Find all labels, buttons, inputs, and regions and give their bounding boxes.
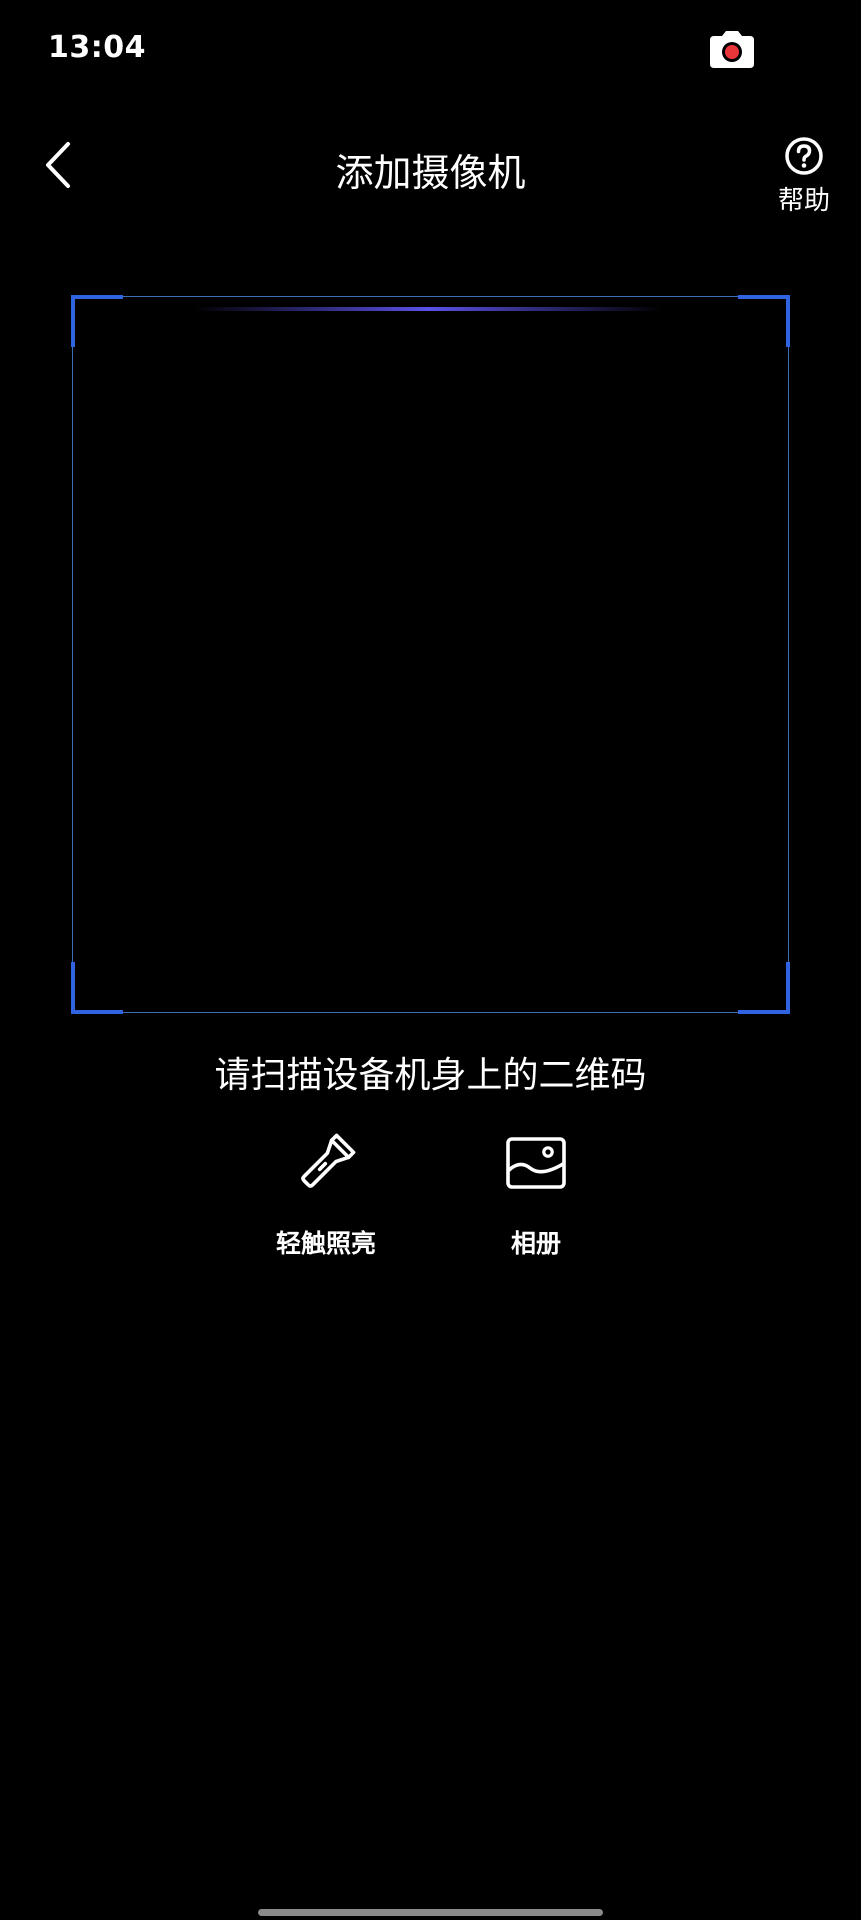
scan-line: [193, 307, 663, 311]
scan-corner-bottom-right: [738, 962, 790, 1014]
scan-corner-bottom-left: [71, 962, 123, 1014]
help-button[interactable]: 帮助: [770, 136, 838, 226]
home-indicator[interactable]: [258, 1909, 603, 1916]
flashlight-label: 轻触照亮: [275, 1229, 376, 1258]
page-title: 添加摄像机: [335, 151, 526, 195]
help-label: 帮助: [777, 186, 830, 216]
scan-corner-top-right: [738, 295, 790, 347]
status-bar: 13:04: [0, 0, 861, 100]
album-label: 相册: [510, 1229, 561, 1258]
flashlight-icon: [301, 1133, 356, 1188]
status-time: 13:04: [48, 30, 146, 65]
album-button[interactable]: 相册: [466, 1130, 606, 1260]
scan-corner-top-left: [71, 295, 123, 347]
camera-recording-icon: [708, 30, 756, 70]
image-gallery-icon: [506, 1137, 566, 1189]
header: 添加摄像机 帮助: [0, 120, 861, 220]
qr-scan-frame: [71, 295, 790, 1014]
question-circle-icon: [785, 137, 823, 175]
flashlight-button[interactable]: 轻触照亮: [256, 1130, 396, 1260]
scan-hint: 请扫描设备机身上的二维码: [214, 1055, 647, 1096]
